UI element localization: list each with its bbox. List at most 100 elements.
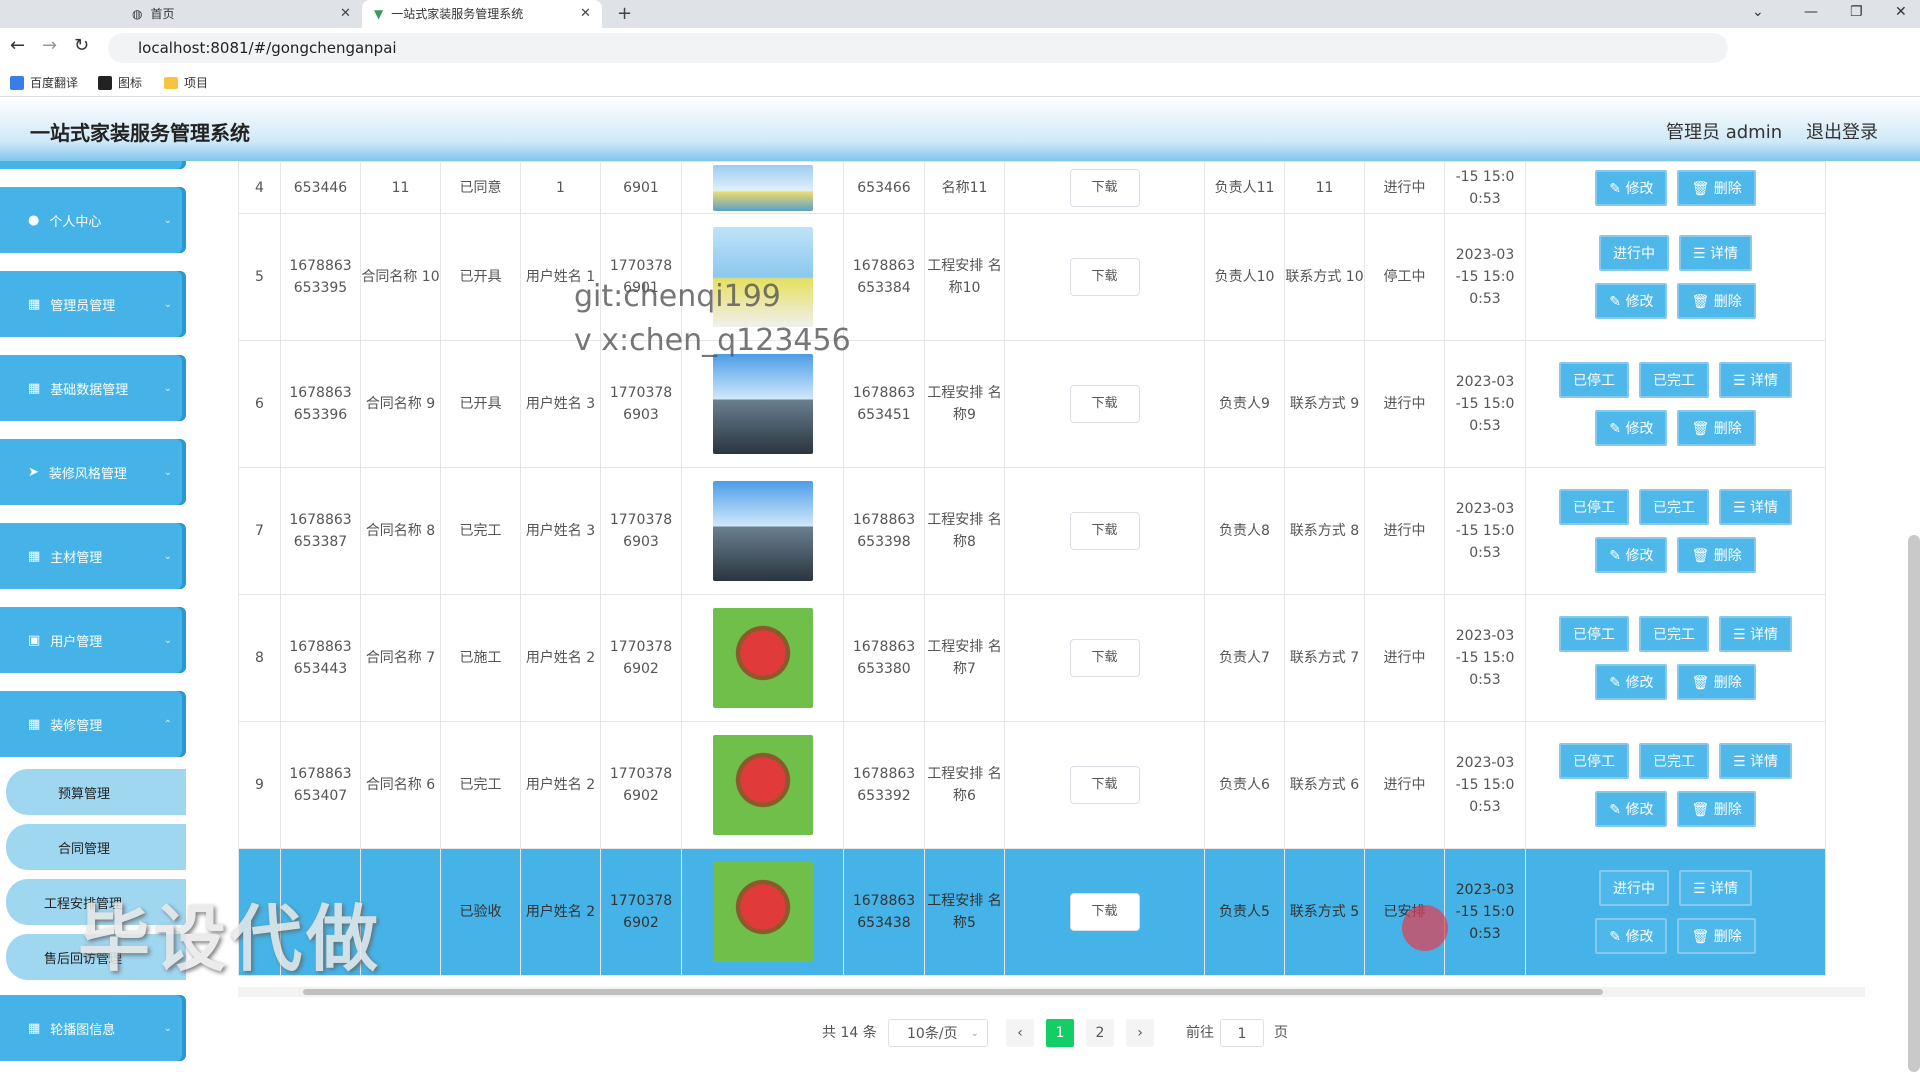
action-button-删除[interactable]: 🗑 删除: [1677, 664, 1756, 700]
horizontal-scrollbar[interactable]: [238, 987, 1865, 997]
sidebar-item-top[interactable]: [0, 161, 186, 169]
download-button[interactable]: 下载: [1069, 766, 1140, 804]
table-cell-actions: 已停工 已完工 ☰ 详情 ✎ 修改 🗑 删除: [1525, 594, 1826, 722]
vertical-scrollbar[interactable]: [1908, 535, 1920, 1072]
action-button-修改[interactable]: ✎ 修改: [1595, 664, 1668, 700]
action-button-已完工[interactable]: 已完工: [1638, 362, 1709, 398]
download-button[interactable]: 下载: [1069, 385, 1140, 423]
sidebar-item-basedata[interactable]: ▦ 基础数据管理 ⌄: [0, 355, 186, 421]
bookmark-project[interactable]: 项目: [164, 74, 208, 91]
new-tab-icon[interactable]: +: [617, 3, 632, 24]
sidebar-sub-budget[interactable]: 预算管理: [6, 769, 186, 815]
action-button-详情[interactable]: ☰ 详情: [1678, 870, 1752, 906]
table-cell-state: 进行中: [1364, 594, 1445, 722]
project-photo[interactable]: [712, 608, 813, 708]
table-row[interactable]: 7 1678863 653387 合同名称 8 已完工 用户姓名 3 1770378 69…: [238, 467, 1826, 595]
tab-home[interactable]: ◍ 首页: [120, 0, 360, 28]
table-cell-status: 已施工: [440, 594, 521, 722]
table-cell-time: 2023-03 -15 15:0 0:53: [1444, 721, 1526, 849]
download-button[interactable]: 下载: [1069, 893, 1140, 931]
project-photo[interactable]: [712, 164, 813, 211]
action-button-进行中[interactable]: 进行中: [1598, 870, 1669, 906]
action-button-详情[interactable]: ☰ 详情: [1718, 743, 1792, 779]
sidebar-item-style[interactable]: ➤ 装修风格管理 ⌄: [0, 439, 186, 505]
forward-icon[interactable]: →: [42, 35, 57, 56]
action-button-已停工[interactable]: 已停工: [1558, 616, 1629, 652]
sidebar-item-decoration[interactable]: ▦ 装修管理 ⌃: [0, 691, 186, 757]
action-button-修改[interactable]: ✎ 修改: [1595, 410, 1668, 446]
bookmark-icons[interactable]: 图标: [98, 74, 142, 91]
page-1-button[interactable]: 1: [1046, 1019, 1074, 1047]
sidebar-item-personal[interactable]: ● 个人中心 ⌄: [0, 187, 186, 253]
action-button-修改[interactable]: ✎ 修改: [1595, 169, 1668, 206]
sidebar-sub-contract[interactable]: 合同管理: [6, 824, 186, 870]
send-icon: ➤: [28, 464, 39, 480]
sidebar-item-material[interactable]: ▦ 主材管理 ⌄: [0, 523, 186, 589]
table-cell-image: [681, 721, 844, 849]
download-button[interactable]: 下载: [1069, 512, 1140, 550]
action-button-删除[interactable]: 🗑 删除: [1677, 918, 1756, 954]
action-button-已完工[interactable]: 已完工: [1638, 743, 1709, 779]
action-button-已停工[interactable]: 已停工: [1558, 489, 1629, 525]
download-button[interactable]: 下载: [1069, 168, 1140, 207]
action-button-进行中[interactable]: 进行中: [1598, 235, 1669, 271]
chevron-down-icon: ⌄: [970, 1028, 979, 1039]
bookmarks-bar: 百度翻译 图标 项目: [0, 68, 1920, 97]
grid-icon: ▦: [28, 548, 41, 564]
table-row[interactable]: 5 1678863 653395 合同名称 10 已开具 用户姓名 1 1770378 6…: [238, 213, 1826, 341]
table-row[interactable]: 4 653446 11 已同意 1 6901 653466 名称11 下载 负责人11 11 进行中 -…: [238, 161, 1826, 214]
action-button-删除[interactable]: 🗑 删除: [1677, 410, 1756, 446]
download-button[interactable]: 下载: [1069, 639, 1140, 677]
project-photo[interactable]: [712, 481, 813, 581]
action-button-已完工[interactable]: 已完工: [1638, 616, 1709, 652]
restore-icon[interactable]: ❐: [1850, 0, 1863, 24]
table-cell-idx: 8: [238, 594, 281, 722]
logout-button[interactable]: 退出登录: [1806, 118, 1878, 144]
prev-page-button[interactable]: ‹: [1006, 1019, 1034, 1047]
action-button-删除[interactable]: 🗑 删除: [1677, 169, 1756, 206]
table-cell-phone: 1770378 6903: [600, 467, 682, 595]
project-photo[interactable]: [712, 862, 813, 962]
project-photo[interactable]: [712, 735, 813, 835]
sidebar-item-admin[interactable]: ▦ 管理员管理 ⌄: [0, 271, 186, 337]
action-button-已完工[interactable]: 已完工: [1638, 489, 1709, 525]
chevron-down-icon[interactable]: ⌄: [1752, 0, 1764, 24]
page-size-select[interactable]: 10条/页 ⌄: [888, 1019, 988, 1047]
edit-icon: ✎: [1609, 294, 1626, 310]
action-button-修改[interactable]: ✎ 修改: [1595, 537, 1668, 573]
sidebar-item-carousel[interactable]: ▦ 轮播图信息 ⌄: [0, 995, 186, 1061]
action-button-删除[interactable]: 🗑 删除: [1677, 537, 1756, 573]
goto-page-input[interactable]: 1: [1220, 1019, 1264, 1047]
minimize-icon[interactable]: —: [1804, 0, 1818, 24]
page-2-button[interactable]: 2: [1086, 1019, 1114, 1047]
tab-app[interactable]: ▼ 一站式家装服务管理系统: [362, 0, 602, 28]
action-button-修改[interactable]: ✎ 修改: [1595, 918, 1668, 954]
close-icon[interactable]: ✕: [340, 6, 351, 21]
close-window-icon[interactable]: ✕: [1895, 0, 1907, 24]
table-row[interactable]: 6 1678863 653396 合同名称 9 已开具 用户姓名 3 1770378 69…: [238, 340, 1826, 468]
action-button-删除[interactable]: 🗑 删除: [1677, 283, 1756, 319]
action-button-详情[interactable]: ☰ 详情: [1718, 616, 1792, 652]
table-cell-proj_name: 工程安排 名称9: [924, 340, 1005, 468]
action-button-详情[interactable]: ☰ 详情: [1678, 235, 1752, 271]
back-icon[interactable]: ←: [10, 35, 25, 56]
project-photo[interactable]: [712, 354, 813, 454]
action-button-已停工[interactable]: 已停工: [1558, 362, 1629, 398]
action-button-详情[interactable]: ☰ 详情: [1718, 362, 1792, 398]
url-input[interactable]: localhost:8081/#/gongchenganpai: [108, 33, 1728, 63]
table-row[interactable]: 已验收 用户姓名 2 1770378 6902 1678863 653438 工程安排 …: [238, 848, 1826, 976]
reload-icon[interactable]: ↻: [74, 35, 89, 56]
action-button-删除[interactable]: 🗑 删除: [1677, 791, 1756, 827]
download-button[interactable]: 下载: [1069, 258, 1140, 296]
table-row[interactable]: 8 1678863 653443 合同名称 7 已施工 用户姓名 2 1770378 69…: [238, 594, 1826, 722]
close-icon[interactable]: ✕: [580, 6, 591, 21]
next-page-button[interactable]: ›: [1126, 1019, 1154, 1047]
sidebar-item-users[interactable]: ▣ 用户管理 ⌄: [0, 607, 186, 673]
action-button-详情[interactable]: ☰ 详情: [1718, 489, 1792, 525]
scrollbar-thumb[interactable]: [303, 989, 1603, 995]
bookmark-translate[interactable]: 百度翻译: [10, 74, 78, 91]
action-button-修改[interactable]: ✎ 修改: [1595, 791, 1668, 827]
table-row[interactable]: 9 1678863 653407 合同名称 6 已完工 用户姓名 2 1770378 69…: [238, 721, 1826, 849]
action-button-修改[interactable]: ✎ 修改: [1595, 283, 1668, 319]
action-button-已停工[interactable]: 已停工: [1558, 743, 1629, 779]
